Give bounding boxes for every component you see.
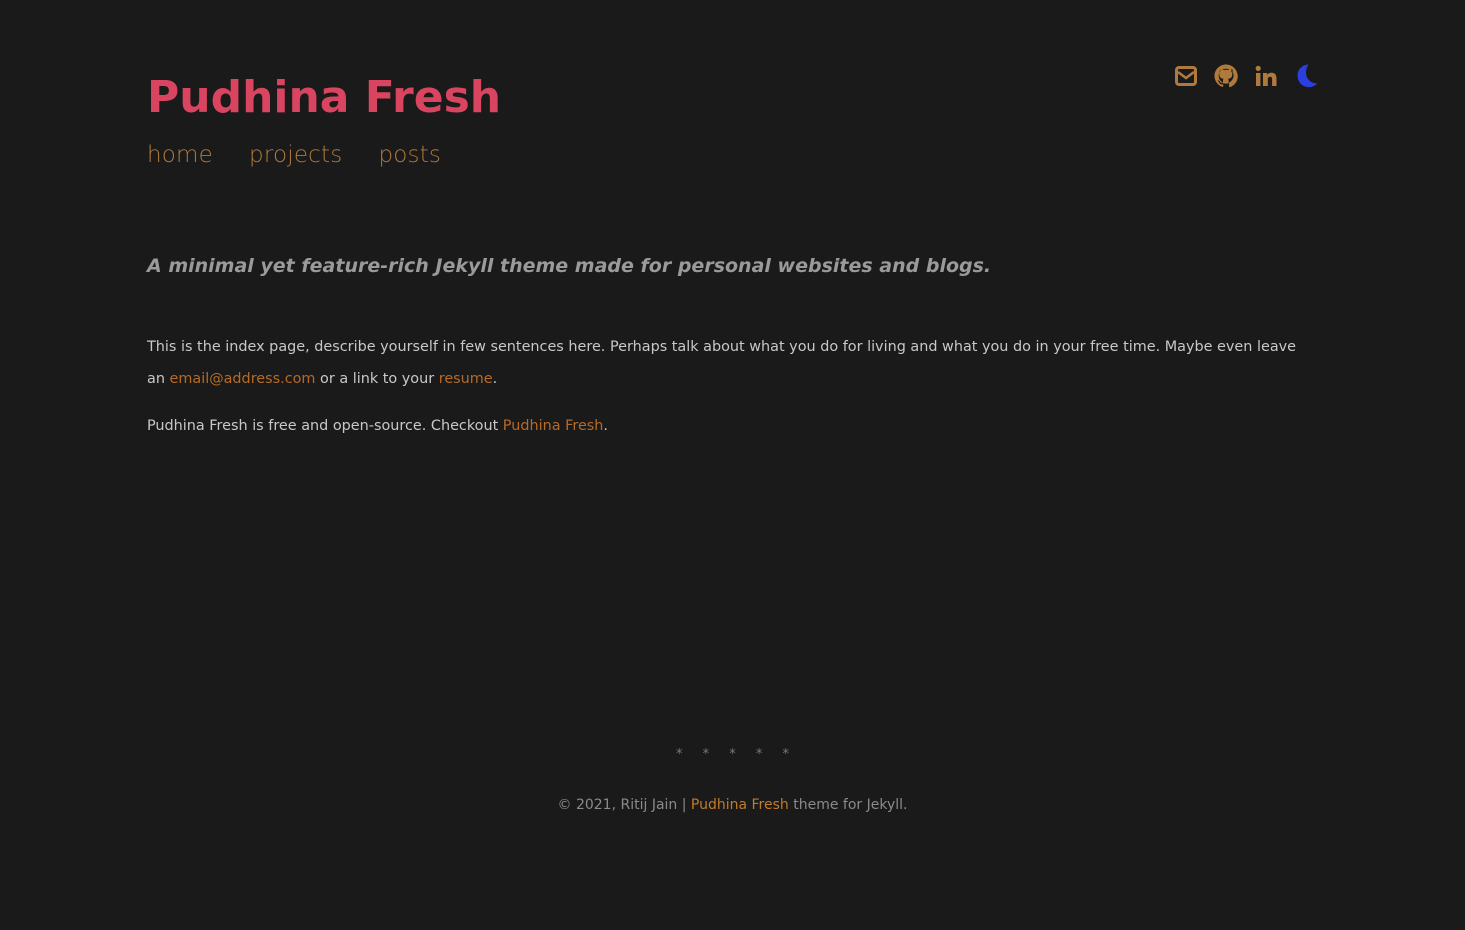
envelope-icon[interactable] <box>1173 62 1199 90</box>
footer-separator: * * * * * <box>675 747 798 762</box>
copyright-suffix: theme for Jekyll. <box>788 797 908 813</box>
intro-middle-text: or a link to your <box>315 371 439 387</box>
theme-link[interactable]: Pudhina Fresh <box>691 797 789 813</box>
main-nav: home projects posts <box>147 138 441 172</box>
tagline: A minimal yet feature-rich Jekyll theme … <box>147 255 992 277</box>
site-title[interactable]: Pudhina Fresh <box>147 70 501 126</box>
linkedin-icon[interactable] <box>1253 62 1279 90</box>
nav-item-projects[interactable]: projects <box>249 138 342 172</box>
intro-paragraph: This is the index page, describe yoursel… <box>147 331 1307 395</box>
social-links <box>1173 62 1319 90</box>
nav-item-home[interactable]: home <box>147 138 213 172</box>
oss-end-text: . <box>603 418 608 434</box>
copyright-prefix: © 2021, Ritij Jain | <box>557 797 691 813</box>
footer: * * * * * © 2021, Ritij Jain | Pudhina F… <box>0 740 1465 820</box>
email-link[interactable]: email@address.com <box>170 371 316 387</box>
oss-text: Pudhina Fresh is free and open-source. C… <box>147 418 503 434</box>
moon-icon[interactable] <box>1293 62 1319 90</box>
resume-link[interactable]: resume <box>439 371 493 387</box>
open-source-paragraph: Pudhina Fresh is free and open-source. C… <box>147 410 608 442</box>
nav-item-posts[interactable]: posts <box>378 138 441 172</box>
github-icon[interactable] <box>1213 62 1239 90</box>
pudhina-fresh-link[interactable]: Pudhina Fresh <box>503 418 604 434</box>
copyright: © 2021, Ritij Jain | Pudhina Fresh theme… <box>0 790 1465 820</box>
intro-end-text: . <box>492 371 498 387</box>
